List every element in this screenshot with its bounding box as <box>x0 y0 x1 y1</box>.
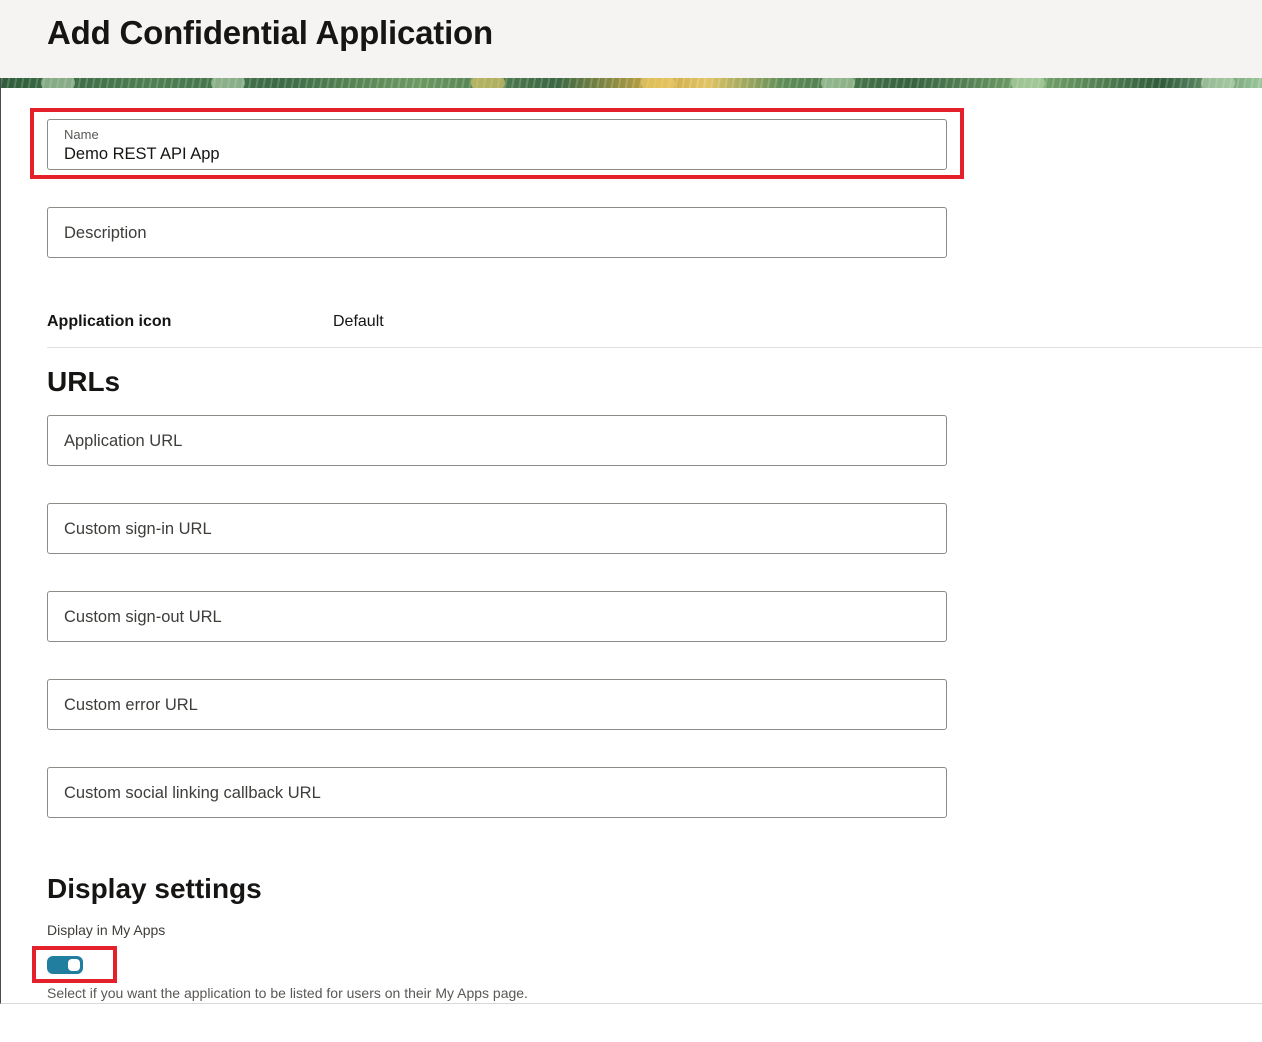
custom-sign-out-url-placeholder: Custom sign-out URL <box>64 608 222 626</box>
page-title: Add Confidential Application <box>47 14 493 51</box>
toggle-highlight <box>32 946 117 983</box>
custom-error-url-placeholder: Custom error URL <box>64 696 198 714</box>
custom-sign-in-url-field[interactable]: Custom sign-in URL <box>47 503 947 554</box>
display-settings-heading: Display settings <box>47 873 262 904</box>
description-field[interactable]: Description <box>47 207 947 258</box>
custom-sign-in-url-placeholder: Custom sign-in URL <box>64 520 212 538</box>
description-placeholder: Description <box>64 224 147 242</box>
urls-heading: URLs <box>47 366 121 397</box>
custom-error-url-field[interactable]: Custom error URL <box>47 679 947 730</box>
application-url-placeholder: Application URL <box>64 432 183 450</box>
page-header: Add Confidential Application <box>0 0 1262 78</box>
custom-sign-out-url-field[interactable]: Custom sign-out URL <box>47 591 947 642</box>
section-divider <box>47 347 1262 348</box>
application-icon-value[interactable]: Default <box>333 313 384 331</box>
custom-social-linking-callback-url-placeholder: Custom social linking callback URL <box>64 784 321 802</box>
custom-social-linking-callback-url-field[interactable]: Custom social linking callback URL <box>47 767 947 818</box>
application-icon-label: Application icon <box>47 313 172 330</box>
application-url-field[interactable]: Application URL <box>47 415 947 466</box>
decorative-banner <box>1 78 1262 88</box>
display-in-my-apps-help-text: Select if you want the application to be… <box>47 985 528 1001</box>
name-field-highlight <box>30 108 964 179</box>
display-in-my-apps-label: Display in My Apps <box>47 922 166 938</box>
